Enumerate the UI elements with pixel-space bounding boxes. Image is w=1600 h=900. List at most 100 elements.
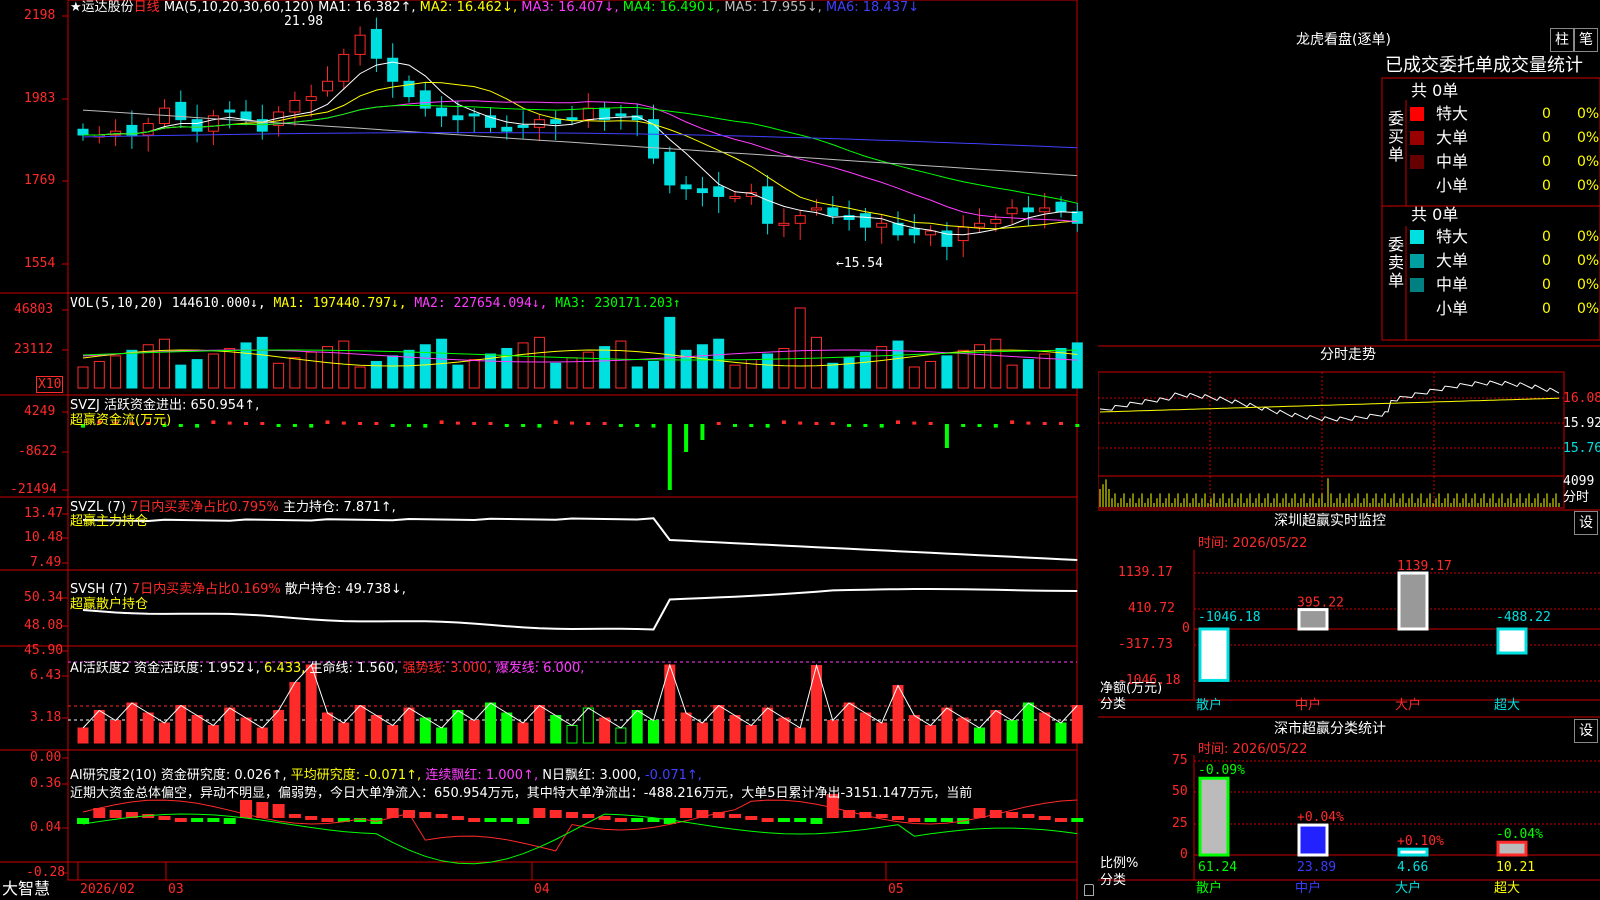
svsh-tick: 45.90: [24, 643, 64, 658]
volume-bar: [159, 338, 170, 389]
price-tick: 1983: [24, 91, 56, 106]
volume-bar: [908, 366, 920, 389]
svzj-bar: [1059, 422, 1063, 425]
order-color-swatch: [1410, 179, 1424, 193]
research-bar: [1006, 812, 1019, 818]
research-bar: [729, 814, 741, 818]
activity-bar: [256, 727, 268, 744]
star-icon[interactable]: ★: [70, 0, 82, 15]
candle: [566, 117, 578, 121]
lock-icon[interactable]: [1084, 884, 1094, 896]
candle: [1022, 207, 1034, 213]
svzj-bar: [260, 422, 265, 425]
low-price-marker: ←15.54: [836, 256, 883, 271]
intraday-vol-label: 分时: [1563, 490, 1590, 505]
volume-bar: [110, 355, 122, 389]
price-tick: 2198: [24, 8, 56, 23]
activity-bar: [729, 715, 741, 744]
research-bar: [305, 816, 318, 820]
realtime-x-title: 分类: [1100, 697, 1127, 712]
class-stats-tick: 50: [1172, 784, 1188, 799]
period-label[interactable]: 日线: [134, 0, 160, 15]
volume-bar: [859, 351, 871, 389]
ai-research-title: AI研究度2(10): [70, 768, 157, 783]
svzj-subtitle: 超赢资金流(万元): [70, 413, 172, 428]
research-bar: [174, 818, 187, 822]
activity-bar: [550, 715, 562, 744]
class-stats-settings-button[interactable]: 设: [1574, 719, 1598, 743]
research-bar: [533, 808, 546, 818]
svzj-bar: [830, 422, 835, 425]
intraday-price: 16.08: [1563, 391, 1600, 406]
research-bar: [566, 812, 578, 818]
research-bar: [875, 814, 888, 818]
ai-research-avg: 平均研究度: -0.071↑,: [290, 768, 422, 783]
svzj-bar: [374, 422, 379, 425]
svzj-bar: [781, 420, 786, 424]
ai-active-burst: 爆发线: 6.000,: [495, 661, 585, 676]
volume-bar: [1039, 353, 1051, 389]
activity-bar: [582, 707, 594, 744]
class-stats-title: 深市超赢分类统计: [1274, 721, 1386, 737]
order-type-label: 中单: [1436, 152, 1469, 171]
volume-bar: [403, 349, 415, 389]
svzj-bar: [716, 422, 721, 425]
price-tick: 1769: [24, 173, 56, 188]
realtime-tick: 0: [1182, 621, 1190, 636]
class-stats-change-label: -0.04%: [1496, 827, 1543, 842]
realtime-settings-button[interactable]: 设: [1574, 511, 1598, 535]
pillar-mode-button[interactable]: 柱: [1550, 28, 1574, 52]
ma-params: MA(5,10,20,30,60,120): [163, 0, 314, 15]
activity-bar: [142, 712, 154, 744]
dragon-tiger-title: 龙虎看盘(逐单): [1296, 32, 1391, 48]
candle: [517, 124, 529, 128]
svzj-bar: [455, 421, 460, 425]
class-stats-change-label: -0.09%: [1198, 763, 1245, 778]
volume-bar: [207, 353, 219, 389]
count-mode-button[interactable]: 笔: [1574, 28, 1598, 52]
app-logo[interactable]: 大智慧: [2, 880, 50, 898]
volume-bar: [664, 316, 676, 389]
volume-bar: [827, 362, 839, 389]
right-sidebar: -1046.18 395.22 1139.17 -488.22 -0.09% 61.24 +…: [1098, 0, 1600, 900]
svzj-bar: [912, 421, 917, 425]
candle: [77, 128, 89, 136]
activity-bar: [1039, 712, 1051, 744]
activity-bar: [696, 722, 708, 744]
volume-bar: [550, 362, 562, 389]
ai-active-strong: 强势线: 3.000,: [402, 661, 492, 676]
time-label: 05: [888, 882, 904, 897]
class-stats-x-title: 分类: [1100, 873, 1127, 888]
svzj-bar: [537, 424, 542, 428]
ai-research-cont: 连续飘红: 1.000↑,: [425, 768, 539, 783]
candle: [468, 113, 480, 117]
svzj-bar: [700, 424, 705, 440]
buy-total: 共 0单: [1411, 81, 1459, 100]
ai-research-value: 资金研究度: 0.026↑,: [160, 768, 287, 783]
volume-bar: [175, 364, 187, 389]
candle: [533, 119, 545, 128]
candle: [550, 119, 562, 124]
svzj-bar: [504, 424, 509, 427]
candle: [436, 107, 448, 117]
activity-bar: [599, 717, 611, 744]
svzj-bar: [944, 424, 949, 448]
class-stats-change-label: +0.04%: [1297, 810, 1344, 825]
candle: [990, 218, 1002, 224]
svzl-tick: 13.47: [24, 506, 64, 521]
activity-bar: [762, 707, 774, 744]
candle: [974, 222, 985, 228]
order-color-swatch: [1410, 107, 1424, 121]
ai-active-tick: 0.00: [30, 750, 62, 765]
order-type-label: 小单: [1436, 176, 1469, 195]
svzj-bar: [292, 424, 297, 427]
realtime-bar: [1198, 627, 1230, 682]
vol-tick: 46803: [14, 302, 54, 317]
vol-ma-values: MA1: 197440.797↓, MA2: 227654.094↓, MA3:…: [274, 296, 681, 311]
svzj-bar: [651, 424, 656, 428]
svzj-bar: [178, 424, 183, 427]
activity-bar: [289, 682, 301, 744]
realtime-category: 中户: [1295, 698, 1322, 713]
svzl-hold: 主力持仓: 7.871↑,: [282, 500, 396, 515]
kline-canvas[interactable]: [0, 0, 1098, 900]
